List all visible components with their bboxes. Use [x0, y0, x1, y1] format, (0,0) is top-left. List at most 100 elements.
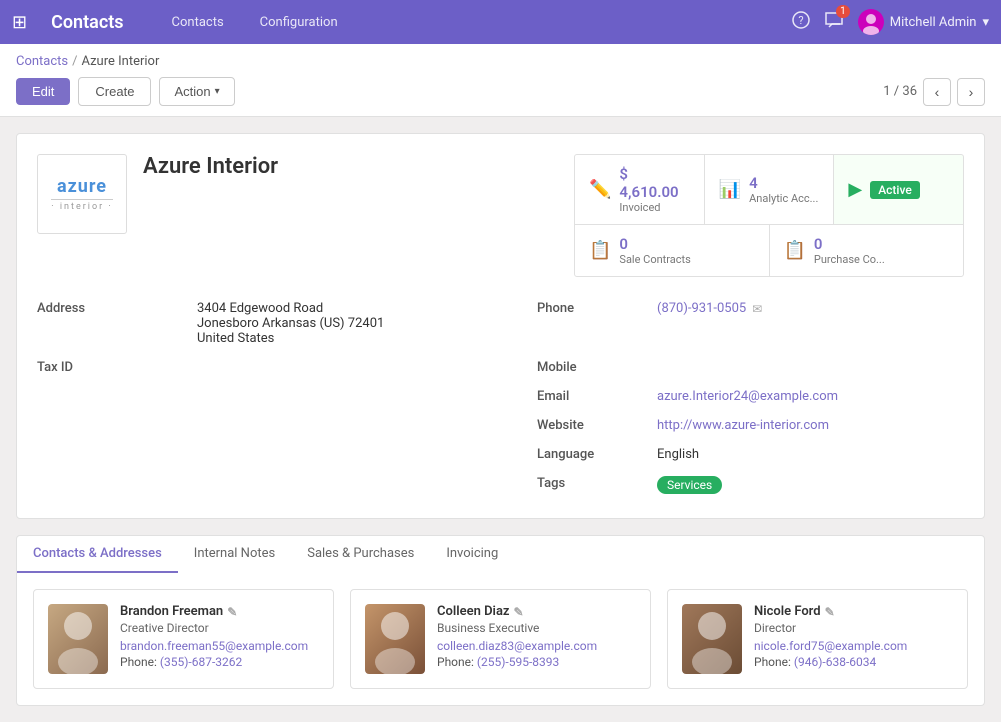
contact-header: azure · interior · Azure Interior ✏️ $ 4…	[37, 154, 964, 277]
person-name-nicole: Nicole Ford ✎	[754, 604, 953, 619]
avatar-nicole	[682, 604, 742, 674]
tags-label: Tags	[537, 472, 657, 498]
stat-purchase-contracts[interactable]: 📋 0 Purchase Co...	[770, 225, 964, 276]
purchase-contracts-count: 0	[814, 235, 885, 253]
active-icon: ▶	[848, 179, 862, 200]
language-label: Language	[537, 443, 657, 466]
edit-colleen-icon[interactable]: ✎	[514, 605, 524, 619]
invoiced-icon: ✏️	[589, 179, 611, 200]
person-role-brandon: Creative Director	[120, 621, 319, 635]
person-role-nicole: Director	[754, 621, 953, 635]
stat-sale-contracts[interactable]: 📋 0 Sale Contracts	[575, 225, 769, 276]
logo-text-interior: · interior ·	[51, 199, 112, 212]
sale-contracts-count: 0	[619, 235, 690, 253]
phone-colleen-link[interactable]: (255)-595-8393	[477, 655, 559, 669]
top-navigation: ⊞ Contacts Contacts Configuration ? 1 Mi…	[0, 0, 1001, 44]
contact-details: Address 3404 Edgewood Road Jonesboro Ark…	[37, 297, 964, 498]
address-line2: Jonesboro Arkansas (US) 72401	[197, 316, 525, 331]
tab-sales-purchases[interactable]: Sales & Purchases	[291, 536, 430, 573]
pager-prev-button[interactable]: ‹	[923, 78, 951, 106]
phone-link[interactable]: (870)-931-0505	[657, 301, 746, 316]
person-role-colleen: Business Executive	[437, 621, 636, 635]
email-link[interactable]: azure.Interior24@example.com	[657, 389, 838, 404]
tabs-bar: Contacts & Addresses Internal Notes Sale…	[16, 535, 985, 573]
pager-next-button[interactable]: ›	[957, 78, 985, 106]
help-icon[interactable]: ?	[792, 11, 810, 33]
language-value: English	[657, 443, 964, 466]
website-link[interactable]: http://www.azure-interior.com	[657, 418, 829, 433]
person-card-brandon: Brandon Freeman ✎ Creative Director bran…	[33, 589, 334, 689]
edit-button[interactable]: Edit	[16, 78, 70, 105]
action-button[interactable]: Action ▾	[159, 77, 234, 106]
contact-cards-grid: Brandon Freeman ✎ Creative Director bran…	[33, 589, 968, 689]
contact-name: Azure Interior	[143, 154, 558, 179]
analytic-label: Analytic Acc...	[749, 192, 818, 205]
phone-nicole-link[interactable]: (946)-638-6034	[794, 655, 876, 669]
person-info-brandon: Brandon Freeman ✎ Creative Director bran…	[120, 604, 319, 669]
messages-badge: 1	[836, 5, 850, 18]
email-value: azure.Interior24@example.com	[657, 385, 964, 408]
phone-label: Phone	[537, 297, 657, 350]
address-line3: United States	[197, 331, 525, 346]
tag-services[interactable]: Services	[657, 476, 722, 494]
logo-text-azure: azure	[57, 176, 107, 197]
avatar-brandon	[48, 604, 108, 674]
user-avatar	[858, 9, 884, 35]
invoiced-label: Invoiced	[619, 201, 689, 214]
person-card-colleen: Colleen Diaz ✎ Business Executive collee…	[350, 589, 651, 689]
stat-analytic[interactable]: 📊 4 Analytic Acc...	[705, 155, 834, 224]
nav-contacts[interactable]: Contacts	[164, 11, 232, 34]
avatar-colleen	[365, 604, 425, 674]
mobile-value	[657, 356, 964, 379]
user-dropdown-icon: ▾	[982, 15, 989, 30]
analytic-count: 4	[749, 174, 818, 192]
tab-internal-notes[interactable]: Internal Notes	[178, 536, 291, 573]
status-badge: Active	[870, 181, 920, 199]
edit-nicole-icon[interactable]: ✎	[825, 605, 835, 619]
mobile-label: Mobile	[537, 356, 657, 379]
website-label: Website	[537, 414, 657, 437]
purchase-contracts-icon: 📋	[784, 240, 806, 261]
person-email-nicole[interactable]: nicole.ford75@example.com	[754, 639, 953, 653]
person-info-nicole: Nicole Ford ✎ Director nicole.ford75@exa…	[754, 604, 953, 669]
person-phone-colleen: Phone: (255)-595-8393	[437, 655, 636, 669]
pager: 1 / 36 ‹ ›	[883, 78, 985, 106]
svg-text:?: ?	[798, 14, 803, 27]
phone-brandon-link[interactable]: (355)-687-3262	[160, 655, 242, 669]
stat-active[interactable]: ▶ Active	[834, 155, 963, 224]
contact-card: azure · interior · Azure Interior ✏️ $ 4…	[16, 133, 985, 519]
address-value: 3404 Edgewood Road Jonesboro Arkansas (U…	[197, 297, 537, 350]
breadcrumb: Contacts / Azure Interior	[16, 54, 985, 69]
nav-right-area: ? 1 Mitchell Admin ▾	[792, 9, 989, 35]
tax-id-label: Tax ID	[37, 356, 197, 379]
user-menu[interactable]: Mitchell Admin ▾	[858, 9, 989, 35]
email-phone-icon: ✉	[752, 302, 762, 316]
app-grid-icon[interactable]: ⊞	[12, 12, 27, 33]
action-dropdown-icon: ▾	[215, 86, 220, 97]
breadcrumb-parent[interactable]: Contacts	[16, 54, 68, 69]
tab-invoicing[interactable]: Invoicing	[430, 536, 514, 573]
purchase-contracts-label: Purchase Co...	[814, 253, 885, 266]
breadcrumb-separator: /	[72, 54, 77, 69]
address-label: Address	[37, 297, 197, 350]
tabs-section: Contacts & Addresses Internal Notes Sale…	[16, 535, 985, 706]
email-label: Email	[537, 385, 657, 408]
user-name: Mitchell Admin	[890, 15, 977, 30]
stat-invoiced[interactable]: ✏️ $ 4,610.00 Invoiced	[575, 155, 704, 224]
nav-configuration[interactable]: Configuration	[252, 11, 346, 34]
breadcrumb-toolbar: Contacts / Azure Interior Edit Create Ac…	[0, 44, 1001, 117]
person-card-nicole: Nicole Ford ✎ Director nicole.ford75@exa…	[667, 589, 968, 689]
person-email-colleen[interactable]: colleen.diaz83@example.com	[437, 639, 636, 653]
person-email-brandon[interactable]: brandon.freeman55@example.com	[120, 639, 319, 653]
person-phone-brandon: Phone: (355)-687-3262	[120, 655, 319, 669]
person-name-colleen: Colleen Diaz ✎	[437, 604, 636, 619]
stats-area: ✏️ $ 4,610.00 Invoiced 📊 4 Analytic Acc.…	[574, 154, 964, 277]
app-title: Contacts	[51, 12, 123, 33]
phone-value: (870)-931-0505 ✉	[657, 297, 964, 350]
person-phone-nicole: Phone: (946)-638-6034	[754, 655, 953, 669]
tab-contacts-addresses[interactable]: Contacts & Addresses	[17, 536, 178, 573]
edit-brandon-icon[interactable]: ✎	[227, 605, 237, 619]
create-button[interactable]: Create	[78, 77, 151, 106]
person-name-brandon: Brandon Freeman ✎	[120, 604, 319, 619]
messages-icon[interactable]: 1	[824, 11, 844, 33]
